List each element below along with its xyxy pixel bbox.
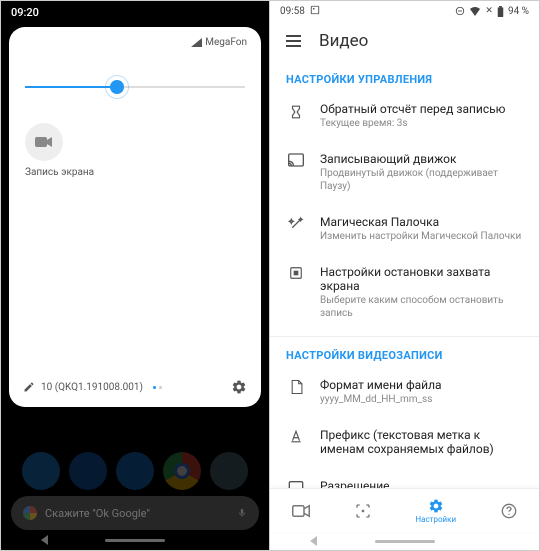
setting-filename-format[interactable]: Формат имени файлаyyyy_MM_dd_HH_mm_ss — [270, 368, 539, 418]
search-placeholder: Скажите "Ok Google" — [45, 507, 150, 520]
left-phone-screen: 09:20 MegaFon Запись экрана 10 (QKQ1.191… — [1, 1, 270, 550]
text-icon — [286, 428, 306, 457]
camera-app-icon[interactable] — [210, 452, 248, 490]
wand-icon — [286, 215, 306, 243]
nav-back-icon[interactable] — [310, 536, 317, 546]
help-icon — [501, 503, 517, 519]
nav-home-pill[interactable] — [105, 539, 165, 542]
right-phone-screen: 09:58 ✕ 94 % Видео НАСТРОЙКИ УПРАВЛЕНИЯ … — [270, 1, 539, 550]
nav-bar — [270, 532, 539, 550]
setting-prefix[interactable]: Префикс (текстовая метка к именам сохран… — [270, 418, 539, 469]
mic-icon[interactable] — [237, 506, 247, 520]
tile-label: Запись экрана — [25, 167, 245, 178]
nav-bar — [1, 532, 269, 548]
battery-pct: 94 % — [508, 6, 529, 17]
build-info[interactable]: 10 (QKQ1.191008.001) — [23, 381, 162, 393]
page-dots — [153, 386, 162, 389]
signal-x-icon: ✕ — [485, 6, 493, 16]
hamburger-icon[interactable] — [286, 35, 301, 47]
status-time: 09:58 — [280, 6, 305, 17]
brightness-slider[interactable] — [25, 77, 245, 97]
settings-list[interactable]: НАСТРОЙКИ УПРАВЛЕНИЯ Обратный отсчёт пер… — [270, 65, 539, 510]
chrome-app-icon[interactable] — [163, 452, 201, 490]
google-search-bar[interactable]: Скажите "Ok Google" — [11, 496, 259, 530]
cast-icon — [286, 152, 306, 193]
section-header: НАСТРОЙКИ УПРАВЛЕНИЯ — [270, 65, 539, 92]
bottom-nav-record[interactable] — [292, 504, 310, 518]
gear-icon — [428, 498, 444, 514]
quick-settings-panel: MegaFon Запись экрана 10 (QKQ1.191008.00… — [9, 27, 261, 407]
slider-thumb[interactable] — [110, 80, 124, 94]
setting-magic-wand[interactable]: Магическая ПалочкаИзменить настройки Маг… — [270, 205, 539, 255]
page-title: Видео — [319, 31, 368, 51]
setting-stop-capture[interactable]: Настройки остановки захвата экранаВыбери… — [270, 255, 539, 332]
bottom-nav-help[interactable] — [501, 503, 517, 519]
phone-app-icon[interactable] — [22, 452, 60, 490]
setting-engine[interactable]: Записывающий движокПродвинутый движок (п… — [270, 142, 539, 205]
status-right: ✕ 94 % — [455, 6, 529, 17]
google-logo-icon — [23, 506, 37, 520]
bottom-nav: Настройки — [270, 488, 539, 532]
dnd-icon — [455, 6, 465, 16]
image-icon — [310, 5, 320, 15]
bottom-nav-label: Настройки — [415, 515, 456, 524]
camcorder-icon — [25, 123, 63, 161]
crop-icon — [355, 503, 371, 519]
status-left: 09:58 — [280, 5, 320, 17]
carrier-label: MegaFon — [191, 37, 247, 48]
status-time: 09:20 — [11, 6, 39, 19]
screen-record-tile[interactable]: Запись экрана — [25, 123, 245, 178]
bottom-nav-screenshot[interactable] — [355, 503, 371, 519]
home-dock — [1, 452, 269, 490]
app-header: Видео — [270, 21, 539, 65]
pencil-icon — [23, 381, 35, 393]
signal-icon — [191, 38, 202, 47]
setting-countdown[interactable]: Обратный отсчёт перед записьюТекущее вре… — [270, 92, 539, 142]
settings-app-icon[interactable] — [116, 452, 154, 490]
nav-home-pill[interactable] — [375, 540, 435, 543]
camcorder-icon — [292, 504, 310, 518]
battery-icon — [497, 6, 504, 17]
stop-icon — [286, 265, 306, 320]
hourglass-icon — [286, 102, 306, 130]
panel-footer: 10 (QKQ1.191008.001) — [23, 379, 247, 395]
wifi-icon — [469, 6, 481, 16]
file-icon — [286, 378, 306, 406]
bottom-nav-settings[interactable]: Настройки — [415, 498, 456, 524]
messages-app-icon[interactable] — [69, 452, 107, 490]
status-bar: 09:20 — [1, 1, 269, 25]
status-bar: 09:58 ✕ 94 % — [270, 1, 539, 21]
gear-icon[interactable] — [231, 379, 247, 395]
slider-progress — [25, 86, 117, 88]
nav-back-icon[interactable] — [41, 535, 48, 545]
section-header: НАСТРОЙКИ ВИДЕОЗАПИСИ — [270, 336, 539, 368]
